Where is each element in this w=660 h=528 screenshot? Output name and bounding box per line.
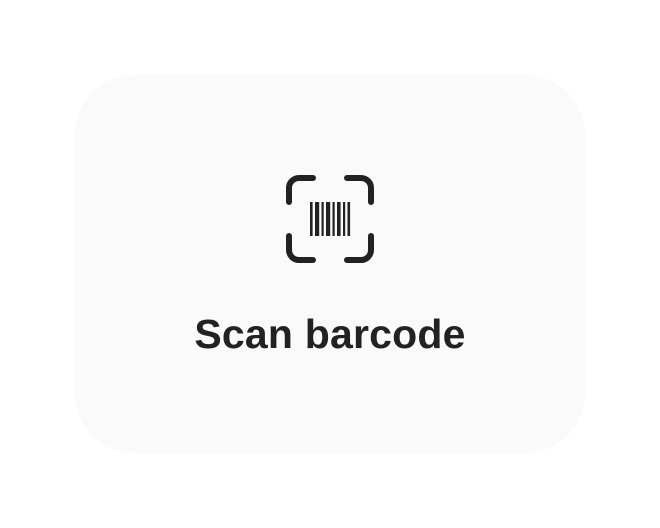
scan-frame-bottom-left xyxy=(286,233,316,263)
scan-screen: Scan barcode xyxy=(0,0,660,528)
scan-frame-bottom-right xyxy=(344,233,374,263)
barcode-bars xyxy=(310,202,351,236)
scan-barcode-label: Scan barcode xyxy=(194,311,466,357)
scan-frame-top-left xyxy=(286,175,316,205)
scan-frame-top-right xyxy=(344,175,374,205)
scan-barcode-button[interactable] xyxy=(75,75,585,453)
barcode-scan-icon xyxy=(286,175,374,263)
